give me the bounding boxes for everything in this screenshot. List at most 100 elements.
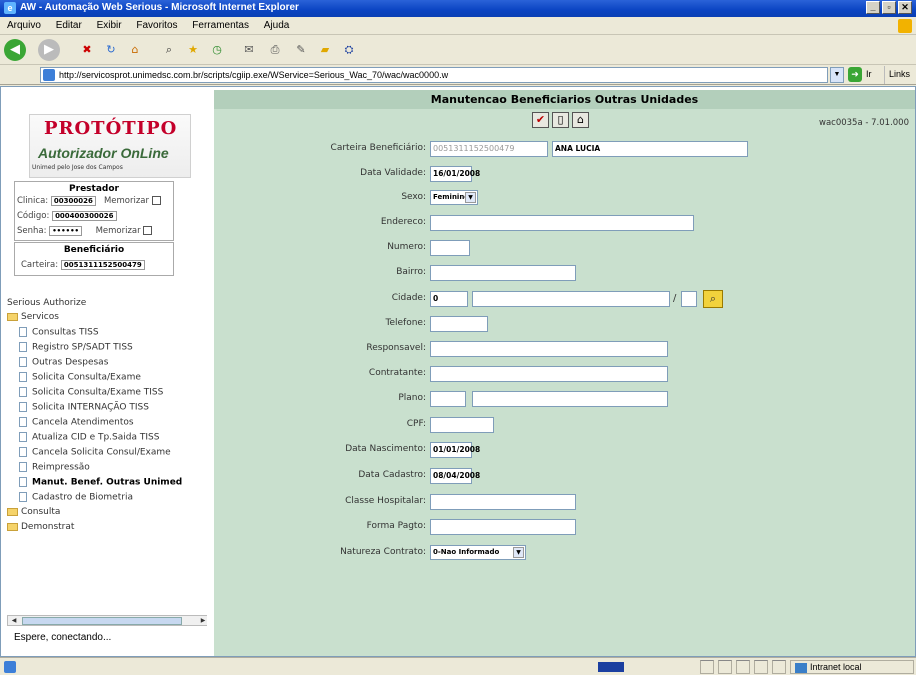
search-icon[interactable]: ⌕ — [160, 41, 178, 59]
forward-icon[interactable]: ▶ — [38, 39, 60, 61]
uf-field[interactable] — [681, 291, 697, 307]
print-icon[interactable]: ⎙ — [266, 41, 284, 59]
go-label[interactable]: Ir — [866, 69, 872, 79]
menu-exibir[interactable]: Exibir — [90, 17, 127, 31]
forma-pagto-label: Forma Pagto: — [366, 521, 426, 531]
folder-icon — [7, 312, 18, 321]
tree-item-consultas-tiss[interactable]: Consultas TISS — [19, 327, 99, 338]
tree-item-solicita-consulta[interactable]: Solicita Consulta/Exame — [19, 372, 141, 383]
responsavel-field[interactable] — [430, 341, 668, 357]
menu-ferramentas[interactable]: Ferramentas — [185, 17, 254, 31]
memorizar-checkbox-1[interactable] — [151, 196, 161, 205]
cidade-name-field[interactable] — [472, 291, 670, 307]
right-frame: Manutencao Beneficiarios Outras Unidades… — [211, 90, 915, 656]
scroll-left-icon[interactable]: ◀ — [8, 616, 20, 625]
horizontal-scrollbar[interactable]: ◀ ▶ — [7, 615, 207, 626]
natureza-contrato-select[interactable]: 0-Nao Informado ▼ — [430, 545, 526, 560]
telefone-field[interactable] — [430, 316, 488, 332]
data-nascimento-field[interactable]: 01/01/2008 — [430, 442, 480, 458]
document-icon — [19, 492, 27, 502]
memorizar-checkbox-2[interactable] — [143, 226, 153, 235]
contratante-field[interactable] — [430, 366, 668, 382]
minimize-button[interactable]: _ — [866, 1, 880, 14]
links-button[interactable]: Links — [884, 66, 916, 84]
data-validade-field[interactable]: 16/01/2008 — [430, 166, 480, 182]
scroll-right-icon[interactable]: ▶ — [197, 616, 207, 625]
confirm-button[interactable]: ✔ — [532, 112, 549, 128]
menu-favoritos[interactable]: Favoritos — [129, 17, 182, 31]
home-button[interactable]: ⌂ — [572, 112, 589, 128]
go-icon[interactable]: ➜ — [848, 67, 862, 82]
tree-item-outras-despesas[interactable]: Outras Despesas — [19, 357, 108, 368]
menu-editar[interactable]: Editar — [49, 17, 87, 31]
window-title-bar: e AW - Automação Web Serious - Microsoft… — [0, 0, 916, 17]
document-icon — [19, 372, 27, 382]
classe-hospitalar-field[interactable] — [430, 494, 576, 510]
tree-item-atualiza-cid[interactable]: Atualiza CID e Tp.Saida TISS — [19, 432, 159, 443]
data-cadastro-field[interactable]: 08/04/2008 — [430, 468, 480, 484]
progress-bar — [598, 662, 624, 672]
tree-folder-demonstrat[interactable]: Demonstrat — [7, 522, 74, 532]
tree-item-cancela-atendimentos[interactable]: Cancela Atendimentos — [19, 417, 134, 428]
document-icon — [19, 402, 27, 412]
toolbar: ◀ ▶ ✖ ↻ ⌂ ⌕ ★ ◷ ✉ ⎙ ✎ ▰ ⛭ — [0, 35, 916, 65]
status-bar: Intranet local — [0, 657, 916, 675]
back-icon[interactable]: ◀ — [4, 39, 26, 61]
tree-item-cadastro-biometria[interactable]: Cadastro de Biometria — [19, 492, 133, 503]
messenger-icon[interactable]: ⛭ — [340, 41, 358, 59]
address-input[interactable]: http://servicosprot.unimedsc.com.br/scri… — [40, 67, 828, 83]
close-button[interactable]: ✕ — [898, 1, 912, 14]
folder-icon[interactable]: ▰ — [316, 41, 334, 59]
tree-root[interactable]: Serious Authorize — [7, 298, 86, 308]
tree-item-manut-benef[interactable]: Manut. Benef. Outras Unimed — [19, 477, 182, 488]
document-icon — [19, 357, 27, 367]
sexo-label: Sexo: — [401, 192, 426, 202]
refresh-icon[interactable]: ↻ — [102, 41, 120, 59]
window-title: AW - Automação Web Serious - Microsoft I… — [20, 2, 299, 13]
new-record-button[interactable]: ▯ — [552, 112, 569, 128]
address-dropdown-button[interactable]: ▼ — [830, 67, 844, 83]
connecting-status: Espere, conectando... — [14, 632, 112, 643]
data-cadastro-label: Data Cadastro: — [358, 470, 426, 480]
cidade-code-field[interactable]: 0 — [430, 291, 468, 307]
tree-folder-consulta[interactable]: Consulta — [7, 507, 60, 517]
tree-item-reimpressao[interactable]: Reimpressão — [19, 462, 90, 473]
favorites-icon[interactable]: ★ — [184, 41, 202, 59]
search-cidade-button[interactable]: ⌕ — [703, 290, 723, 308]
tree-item-solicita-internacao[interactable]: Solicita INTERNAÇÃO TISS — [19, 402, 149, 413]
maximize-button[interactable]: ▫ — [882, 1, 896, 14]
slash-separator: / — [673, 293, 677, 304]
cpf-field[interactable] — [430, 417, 494, 433]
intranet-icon — [795, 662, 807, 673]
plano-name-field[interactable] — [472, 391, 668, 407]
codigo-field[interactable]: 000400300026 — [52, 211, 117, 221]
security-zone: Intranet local — [790, 660, 914, 674]
home-icon[interactable]: ⌂ — [126, 41, 144, 59]
status-segment — [736, 660, 750, 674]
forma-pagto-field[interactable] — [430, 519, 576, 535]
stop-icon[interactable]: ✖ — [78, 41, 96, 59]
tree-folder-servicos[interactable]: Servicos — [7, 312, 59, 322]
page-icon — [43, 69, 55, 81]
senha-field[interactable]: •••••• — [49, 226, 83, 236]
carteira-field[interactable]: 0051311152500479 — [60, 260, 145, 270]
endereco-field[interactable] — [430, 215, 694, 231]
scroll-thumb[interactable] — [22, 617, 182, 625]
edit-icon[interactable]: ✎ — [292, 41, 310, 59]
logo-subtitle: Autorizador OnLine — [38, 145, 169, 161]
history-icon[interactable]: ◷ — [208, 41, 226, 59]
bairro-label: Bairro: — [396, 267, 426, 277]
bairro-field[interactable] — [430, 265, 576, 281]
tree-item-registro-sp-sadt[interactable]: Registro SP/SADT TISS — [19, 342, 133, 353]
menu-ajuda[interactable]: Ajuda — [257, 17, 295, 31]
mail-icon[interactable]: ✉ — [240, 41, 258, 59]
document-icon — [19, 327, 27, 337]
plano-code-field[interactable] — [430, 391, 466, 407]
tree-item-cancela-solicita[interactable]: Cancela Solicita Consul/Exame — [19, 447, 171, 458]
sexo-select[interactable]: Feminino ▼ — [430, 190, 478, 205]
nome-field[interactable]: ANA LUCIA — [552, 141, 748, 157]
numero-field[interactable] — [430, 240, 470, 256]
clinica-field[interactable]: 00300026 — [50, 196, 96, 206]
tree-item-solicita-consulta-tiss[interactable]: Solicita Consulta/Exame TISS — [19, 387, 163, 398]
menu-arquivo[interactable]: Arquivo — [0, 17, 46, 31]
